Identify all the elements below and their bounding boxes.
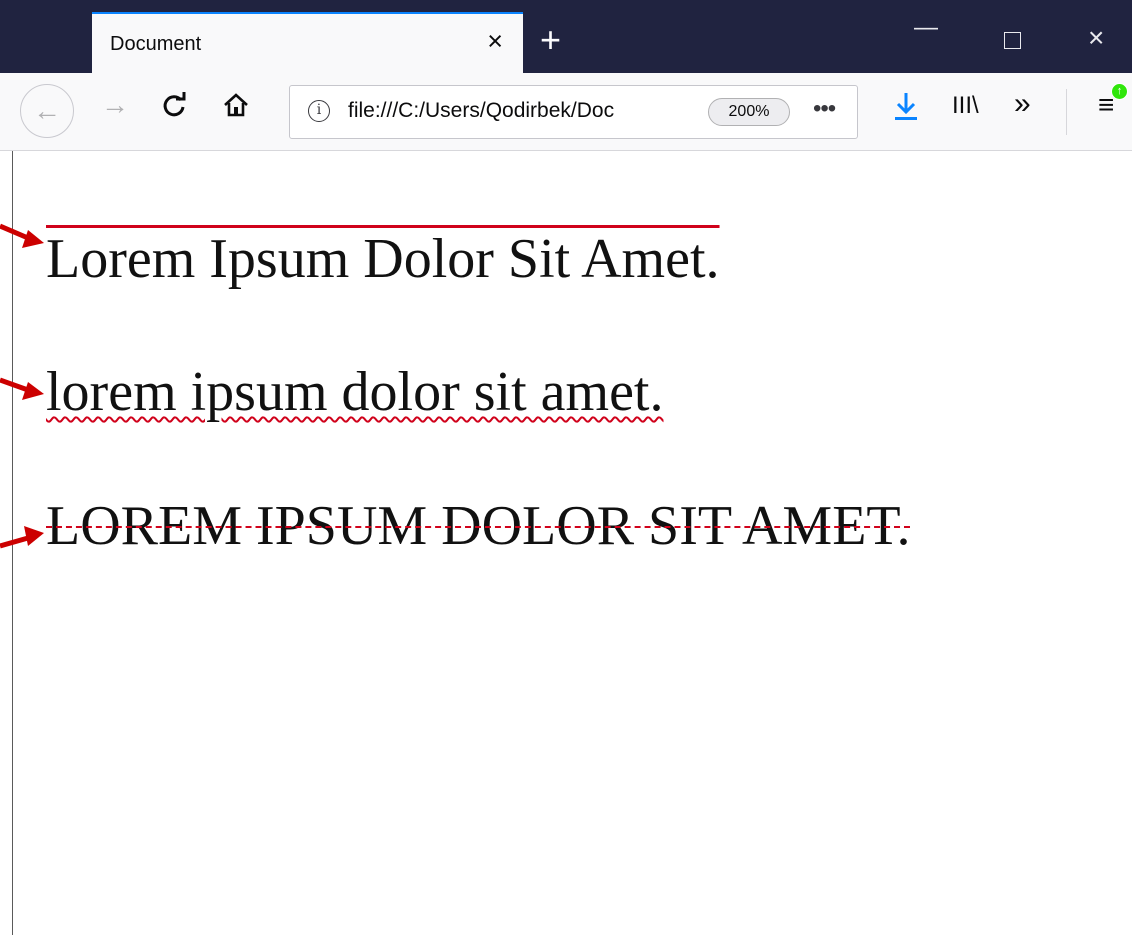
arrow-3-icon xyxy=(0,526,44,549)
back-button[interactable]: ← xyxy=(20,84,74,138)
download-icon-svg xyxy=(895,93,917,120)
library-icon[interactable]: III\ xyxy=(952,94,979,118)
url-bar[interactable]: i file:///C:/Users/Qodirbek/Doc 200% ••• xyxy=(289,85,858,139)
tab-title: Document xyxy=(110,33,202,55)
url-text[interactable]: file:///C:/Users/Qodirbek/Doc xyxy=(348,99,688,123)
nav-toolbar: ← → i file:///C:/Users/Qodirbek/Doc 200%… xyxy=(0,73,1132,151)
arrow-1-icon xyxy=(0,223,44,248)
arrow-2-icon xyxy=(0,377,44,400)
reload-icon-svg xyxy=(163,92,186,117)
home-icon[interactable] xyxy=(222,91,250,124)
new-tab-icon[interactable]: + xyxy=(540,22,561,58)
home-icon-svg xyxy=(224,93,248,117)
info-icon[interactable]: i xyxy=(308,100,330,122)
page-actions-icon[interactable]: ••• xyxy=(813,95,836,123)
reload-icon[interactable] xyxy=(160,91,188,124)
window-close-icon[interactable]: × xyxy=(1088,24,1104,52)
tab-close-icon[interactable]: × xyxy=(487,28,503,55)
tab-document[interactable]: Document × xyxy=(92,12,523,73)
zoom-level-badge[interactable]: 200% xyxy=(708,98,790,126)
overflow-icon[interactable]: » xyxy=(1014,89,1031,119)
overline-text: Lorem Ipsum Dolor Sit Amet. xyxy=(46,228,720,290)
dashed-strikethrough-text: LOREM IPSUM DOLOR SIT AMET. xyxy=(46,495,911,557)
minimize-icon[interactable]: — xyxy=(914,16,938,40)
forward-arrow-icon[interactable]: → xyxy=(101,91,129,119)
download-icon[interactable] xyxy=(893,91,919,126)
tab-strip: Document × + — × xyxy=(0,0,1132,73)
toolbar-separator xyxy=(1066,89,1067,135)
maximize-icon[interactable] xyxy=(1004,32,1021,49)
back-arrow-icon: ← xyxy=(33,95,61,126)
wavy-underline-text: lorem ipsum dolor sit amet. xyxy=(46,361,664,423)
update-badge-icon: ↑ xyxy=(1111,83,1128,100)
